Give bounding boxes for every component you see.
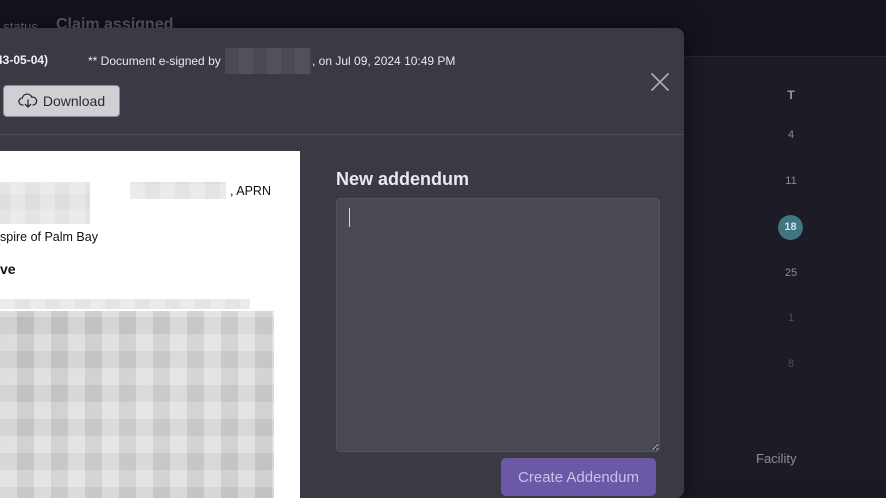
addendum-title: New addendum [336, 169, 470, 189]
calendar-day[interactable]: 11 [774, 169, 808, 193]
text-caret [349, 208, 350, 227]
calendar-day-next-month[interactable]: 1 [774, 306, 808, 330]
redacted-image [0, 311, 274, 498]
close-icon [648, 73, 672, 98]
calendar-day[interactable]: 25 [774, 261, 808, 285]
redacted-block [130, 182, 226, 199]
close-button[interactable] [648, 70, 672, 94]
calendar-day[interactable]: 4 [774, 123, 808, 147]
esign-text-suffix: , on Jul 09, 2024 10:49 PM [312, 54, 456, 68]
document-id: 43-05-04) [0, 53, 49, 67]
addendum-textarea[interactable] [336, 198, 660, 452]
calendar-day-next-month[interactable]: 8 [774, 352, 808, 376]
document-section-heading: ve [0, 261, 16, 277]
calendar-day-today[interactable]: 18 [778, 215, 803, 240]
download-button[interactable]: Download [3, 85, 120, 117]
redacted-signer-name [225, 48, 311, 74]
download-label: Download [42, 93, 106, 109]
facility-label: Facility [756, 451, 797, 466]
facility-name: spire of Palm Bay [0, 230, 98, 244]
calendar-panel: T 4 11 18 25 1 8 Facility [684, 57, 886, 480]
create-addendum-button[interactable]: Create Addendum [501, 458, 656, 496]
calendar-weekday-header: T [787, 88, 795, 102]
modal-header: 43-05-04) ** Document e-signed by , on J… [0, 28, 684, 135]
document-preview: , APRN spire of Palm Bay ve [0, 151, 300, 498]
cloud-download-icon [18, 93, 38, 109]
redacted-text-line [0, 299, 250, 309]
provider-credential: , APRN [230, 184, 271, 198]
document-modal: 43-05-04) ** Document e-signed by , on J… [0, 28, 684, 498]
redacted-block [0, 182, 90, 224]
esign-text-prefix: ** Document e-signed by [88, 54, 221, 68]
